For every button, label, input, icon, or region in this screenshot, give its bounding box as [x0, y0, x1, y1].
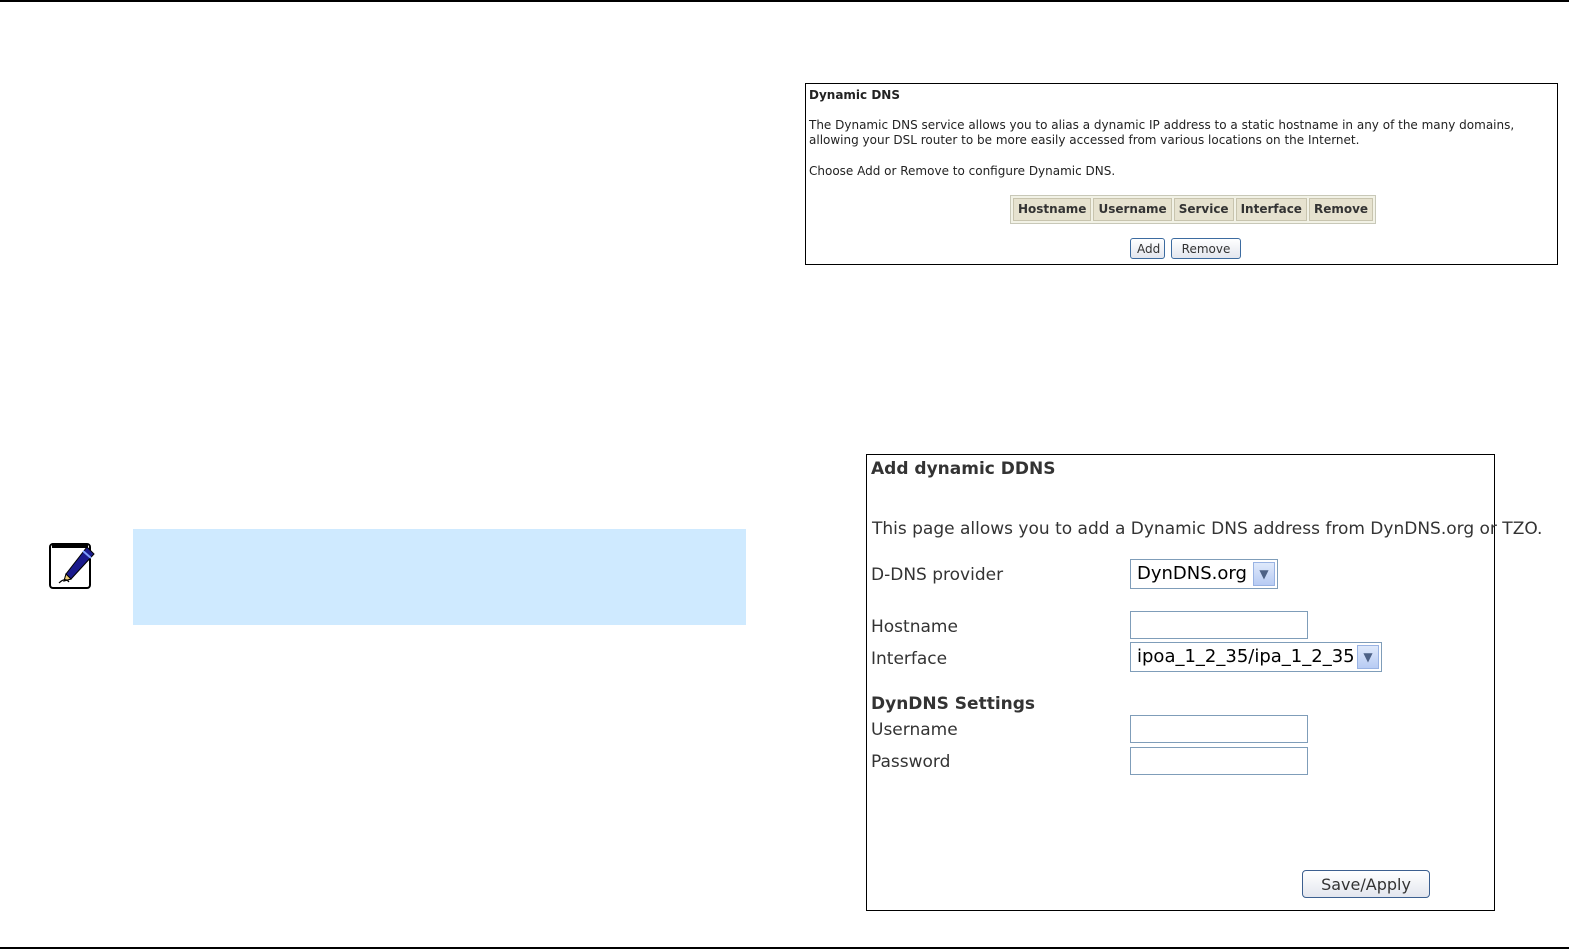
add-button[interactable]: Add: [1130, 238, 1165, 259]
column-remove: Remove: [1308, 198, 1374, 221]
column-interface: Interface: [1235, 198, 1307, 221]
provider-value: DynDNS.org: [1137, 563, 1247, 584]
interface-select[interactable]: ipoa_1_2_35/ipa_1_2_35 ▼: [1130, 642, 1382, 672]
username-input[interactable]: [1130, 715, 1308, 743]
dynamic-dns-title: Dynamic DNS: [809, 88, 900, 102]
note-box: [133, 529, 746, 625]
dynamic-dns-instruction: Choose Add or Remove to configure Dynami…: [809, 164, 1116, 178]
dyndns-settings-heading: DynDNS Settings: [871, 694, 1036, 714]
password-label: Password: [871, 752, 951, 772]
hostname-label: Hostname: [871, 617, 958, 637]
dynamic-dns-description: The Dynamic DNS service allows you to al…: [809, 118, 1515, 147]
chevron-down-icon[interactable]: ▼: [1357, 645, 1379, 669]
column-hostname: Hostname: [1013, 198, 1092, 221]
table-header-row: Hostname Username Service Interface Remo…: [1013, 198, 1374, 221]
dynamic-dns-panel: Dynamic DNS The Dynamic DNS service allo…: [805, 83, 1558, 265]
bottom-rule: [0, 947, 1569, 949]
chevron-down-icon[interactable]: ▼: [1253, 562, 1275, 586]
add-ddns-title: Add dynamic DDNS: [871, 459, 1056, 479]
provider-label: D-DNS provider: [871, 565, 1004, 585]
provider-select[interactable]: DynDNS.org ▼: [1130, 559, 1278, 589]
dynamic-dns-table: Hostname Username Service Interface Remo…: [1010, 195, 1377, 224]
username-label: Username: [871, 720, 958, 740]
column-service: Service: [1173, 198, 1234, 221]
note-pencil-icon: [49, 543, 95, 589]
save-apply-button[interactable]: Save/Apply: [1302, 870, 1430, 898]
hostname-input[interactable]: [1130, 611, 1308, 639]
remove-button[interactable]: Remove: [1171, 238, 1241, 259]
password-input[interactable]: [1130, 747, 1308, 775]
add-ddns-description: This page allows you to add a Dynamic DN…: [872, 519, 1543, 539]
interface-label: Interface: [871, 649, 948, 669]
interface-value: ipoa_1_2_35/ipa_1_2_35: [1137, 646, 1355, 667]
column-username: Username: [1093, 198, 1172, 221]
add-ddns-panel: Add dynamic DDNS This page allows you to…: [866, 454, 1542, 911]
top-rule: [0, 0, 1569, 2]
